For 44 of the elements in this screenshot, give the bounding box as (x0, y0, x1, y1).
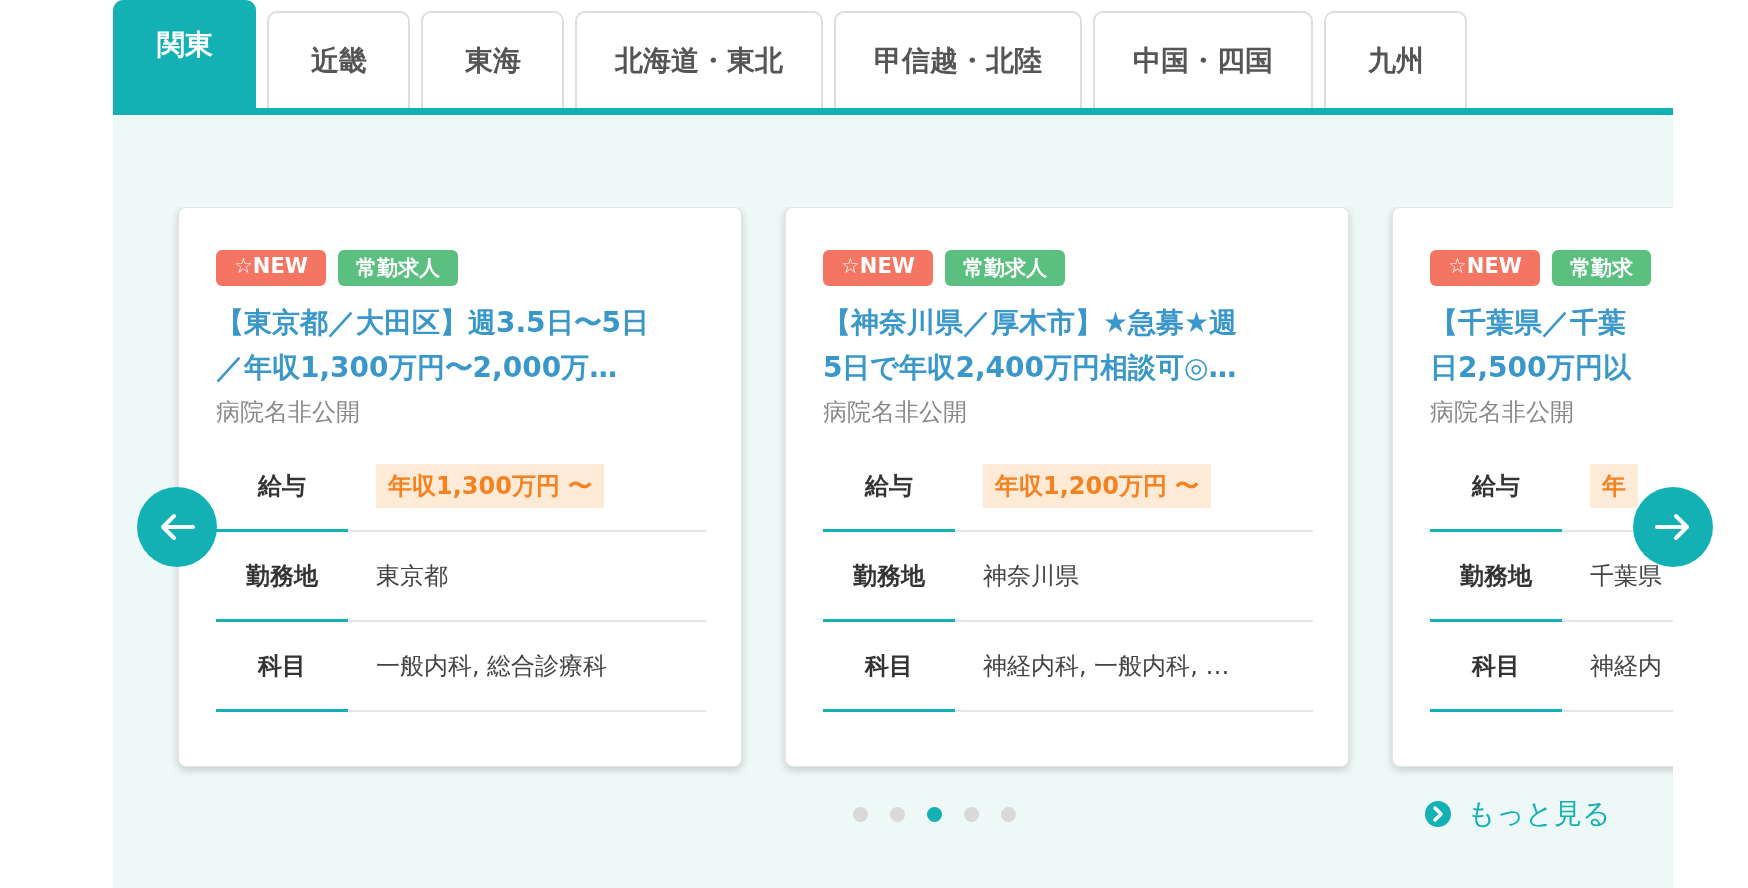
row-label: 科目 (1470, 651, 1521, 682)
job-tag: 常勤求 (1551, 250, 1651, 286)
row-label: 給与 (256, 471, 307, 502)
row-value: 神経内科, 一般内科, … (983, 651, 1230, 682)
hospital-name: 病院名非公開 (216, 397, 361, 428)
region-tab[interactable]: 九州 (1324, 11, 1467, 108)
arrow-right-icon (1655, 513, 1691, 541)
hospital-name: 病院名非公開 (823, 397, 968, 428)
row-value: 神奈川県 (983, 561, 1079, 592)
job-card[interactable]: ☆NEW 常勤求人 【神奈川県／厚木市】★急募★週 5日で年収2,400万円相談可◎… 病院名非公開 給与 年収1,200万円 〜 勤務地 神奈川県 科目 神経内科, 一般内科, … (785, 207, 1349, 767)
row-label: 科目 (863, 651, 914, 682)
job-tag: ☆NEW (823, 250, 933, 286)
job-tag: ☆NEW (216, 250, 326, 286)
job-tag: 常勤求人 (337, 250, 458, 286)
job-card[interactable]: ☆NEW 常勤求 【千葉県／千葉 日2,500万円以 病院名非公開 給与 年 勤務地 千葉県 科目 神経内 (1392, 207, 1673, 767)
row-value: 神経内 (1590, 651, 1662, 682)
row-label: 勤務地 (1459, 561, 1533, 592)
job-card[interactable]: ☆NEW 常勤求人 【東京都／大田区】週3.5日〜5日 ／年収1,300万円〜2,000万… 病院名非公開 給与 年収1,300万円 〜 勤務地 東京都 科目 一般内科, 総合診療科 (178, 207, 742, 767)
region-tab[interactable]: 近畿 (267, 11, 410, 108)
region-tab[interactable]: 東海 (421, 11, 564, 108)
row-label: 科目 (256, 651, 307, 682)
salary-badge: 年 (1590, 464, 1638, 508)
pagination-dot[interactable] (927, 806, 942, 822)
row-value: 千葉県 (1590, 561, 1662, 592)
hospital-name: 病院名非公開 (1430, 397, 1575, 428)
row-label: 給与 (1470, 471, 1521, 502)
row-label: 勤務地 (245, 561, 319, 592)
region-tab[interactable]: 甲信越・北陸 (834, 11, 1082, 108)
chevron-circle-icon (1425, 801, 1451, 827)
pagination-dot[interactable] (1001, 806, 1016, 822)
salary-badge: 年収1,200万円 〜 (983, 464, 1212, 508)
region-tab[interactable]: 北海道・東北 (575, 11, 823, 108)
pagination-dot[interactable] (890, 806, 905, 822)
job-tag: 常勤求人 (944, 250, 1065, 286)
pagination-dot[interactable] (964, 806, 979, 822)
job-tag: ☆NEW (1430, 250, 1540, 286)
row-label: 給与 (863, 471, 914, 502)
region-tab[interactable]: 中国・四国 (1093, 11, 1313, 108)
row-value: 一般内科, 総合診療科 (376, 651, 608, 682)
salary-badge: 年収1,300万円 〜 (376, 464, 605, 508)
row-label: 勤務地 (852, 561, 926, 592)
pagination-dot[interactable] (853, 806, 868, 822)
arrow-left-icon (159, 513, 195, 541)
row-value: 東京都 (376, 561, 448, 592)
